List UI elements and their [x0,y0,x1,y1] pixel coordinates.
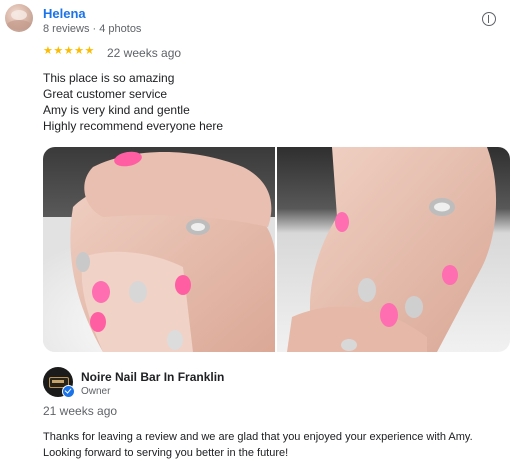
review-photo-1[interactable] [43,147,275,352]
review-text-line: Highly recommend everyone here [43,118,223,134]
reviewer-avatar[interactable] [5,4,33,32]
reply-text-line: Looking forward to serving you better in… [43,446,513,461]
reviewer-name-link[interactable]: Helena [43,6,86,21]
reply-text: Thanks for leaving a review and we are g… [43,430,513,461]
review-text-line: Great customer service [43,86,223,102]
reviewer-meta: 8 reviews · 4 photos [43,23,141,35]
owner-role: Owner [81,386,110,397]
verified-check-icon [62,385,75,398]
owner-name: Noire Nail Bar In Franklin [81,370,224,384]
review-photo-2[interactable] [277,147,510,352]
reply-text-line: Thanks for leaving a review and we are g… [43,430,513,446]
review-text-line: This place is so amazing [43,70,223,86]
more-info-icon[interactable] [482,12,496,26]
review-time: 22 weeks ago [107,46,181,60]
review-text: This place is so amazing Great customer … [43,70,223,134]
nail-photo-image-1 [43,147,275,352]
star-rating: ★★★★★ [43,44,95,58]
reply-time: 21 weeks ago [43,404,117,418]
logo-bar [52,380,64,383]
nail-photo-image-2 [277,147,510,352]
review-text-line: Amy is very kind and gentle [43,102,223,118]
avatar-shade [7,20,31,30]
avatar-highlight [11,10,27,20]
